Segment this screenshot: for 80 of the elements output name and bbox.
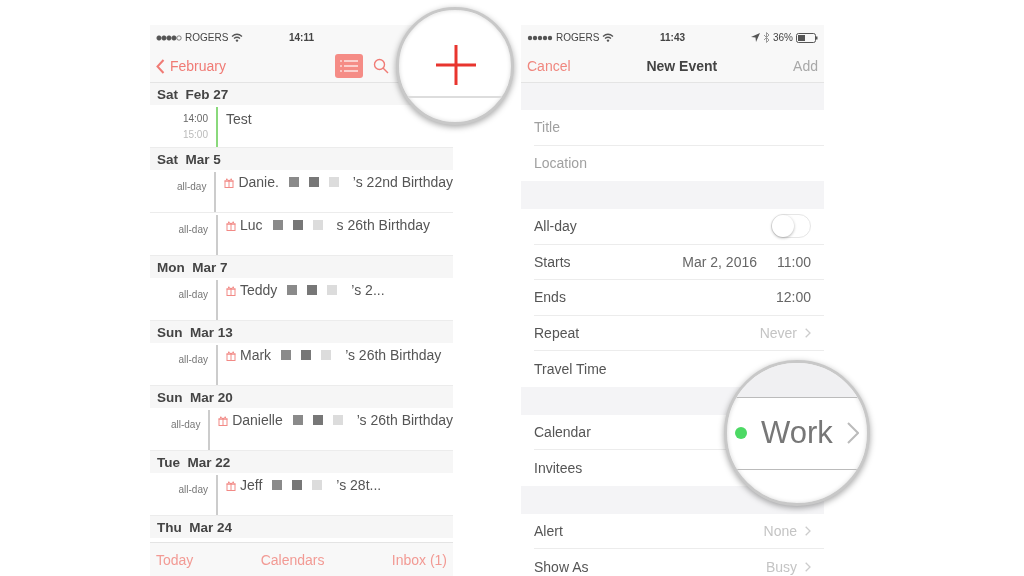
gift-icon: [226, 219, 236, 231]
all-day-label: all-day: [176, 180, 207, 192]
row-label: Starts: [534, 253, 571, 270]
row-label: Repeat: [534, 324, 580, 341]
all-day-label: all-day: [178, 353, 208, 365]
cancel-button[interactable]: Cancel: [527, 58, 571, 74]
signal-icon: [156, 34, 182, 41]
contact-name: Danie.: [238, 174, 279, 190]
contact-name: Danielle: [232, 412, 283, 428]
gift-icon: [226, 479, 236, 491]
start-time: 14:00: [182, 113, 208, 124]
birthday-label: ’s 28t...: [336, 477, 382, 493]
contact-name: Luc: [240, 217, 263, 233]
wifi-icon: [602, 33, 615, 42]
battery-icon: [796, 32, 818, 43]
chevron-icon: [805, 561, 811, 572]
all-day-label: all-day: [178, 483, 208, 495]
battery-percent: 36%: [773, 32, 793, 43]
birthday-label: ’s 22nd Birthday: [352, 174, 453, 190]
row-label: All-day: [534, 218, 577, 235]
list-icon: [340, 60, 358, 72]
day-header: Sun Mar 13: [157, 324, 233, 340]
wifi-icon: [231, 33, 244, 42]
screen-title: New Event: [646, 58, 718, 74]
row-value: 11:00: [777, 253, 811, 270]
contact-name: Mark: [240, 347, 272, 363]
day-header: Thu Mar 24: [157, 519, 232, 535]
contact-name: Teddy: [240, 282, 278, 298]
row-label: Travel Time: [534, 360, 607, 377]
day-header: Sat Feb 27: [157, 86, 229, 102]
birthday-label: ’s 26th Birthday: [356, 412, 453, 428]
toolbar-button[interactable]: Calendars: [260, 551, 325, 568]
text-field[interactable]: Title: [534, 119, 811, 136]
location-arrow-icon: [751, 33, 760, 42]
day-header: Sat Mar 5: [157, 151, 221, 167]
carrier-name: ROGERS: [556, 32, 600, 43]
add-icon[interactable]: [435, 44, 477, 86]
chevron-icon: [805, 327, 811, 338]
gift-icon: [218, 414, 229, 426]
row-label: Alert: [534, 522, 563, 539]
clock-time: 11:43: [660, 32, 685, 43]
calendar-value: Work: [761, 415, 833, 451]
toggle-switch[interactable]: [771, 214, 811, 239]
search-icon[interactable]: [373, 58, 389, 74]
birthday-label: ’s 2...: [351, 282, 385, 298]
day-header: Mon Mar 7: [157, 259, 228, 275]
row-value: 12:00: [775, 289, 811, 306]
row-value: Mar 2, 2016: [682, 253, 757, 270]
toolbar-button[interactable]: Today: [156, 551, 194, 568]
gift-icon: [226, 349, 236, 361]
row-label: Ends: [534, 289, 566, 306]
day-header: Tue Mar 22: [157, 454, 231, 470]
signal-icon: [527, 34, 553, 41]
all-day-label: all-day: [170, 418, 201, 430]
row-label: Invitees: [534, 459, 583, 476]
row-value: Never: [759, 324, 797, 341]
all-day-label: all-day: [178, 288, 208, 300]
day-header: Sun Mar 20: [157, 389, 233, 405]
bluetooth-icon: [763, 32, 770, 43]
gift-icon: [224, 176, 235, 188]
birthday-label: ’s 26th Birthday: [345, 347, 442, 363]
row-label: Show As: [534, 558, 589, 575]
gift-icon: [226, 284, 236, 296]
back-chevron-icon: [156, 58, 165, 74]
row-value: None: [763, 522, 797, 539]
all-day-label: all-day: [178, 223, 208, 235]
toolbar-button[interactable]: Inbox (1): [391, 551, 447, 568]
back-button[interactable]: February: [156, 58, 227, 74]
carrier-name: ROGERS: [185, 32, 229, 43]
list-view-button[interactable]: [335, 54, 363, 78]
chevron-icon: [805, 525, 811, 536]
event-title: Test: [226, 110, 252, 129]
clock-time: 14:11: [289, 32, 314, 43]
text-field[interactable]: Location: [534, 155, 811, 172]
end-time: 15:00: [182, 129, 208, 140]
row-label: Calendar: [534, 423, 591, 440]
chevron-icon: [846, 422, 859, 444]
birthday-label: s 26th Birthday: [336, 217, 430, 233]
contact-name: Jeff: [240, 477, 263, 493]
row-value: Busy: [765, 558, 797, 575]
